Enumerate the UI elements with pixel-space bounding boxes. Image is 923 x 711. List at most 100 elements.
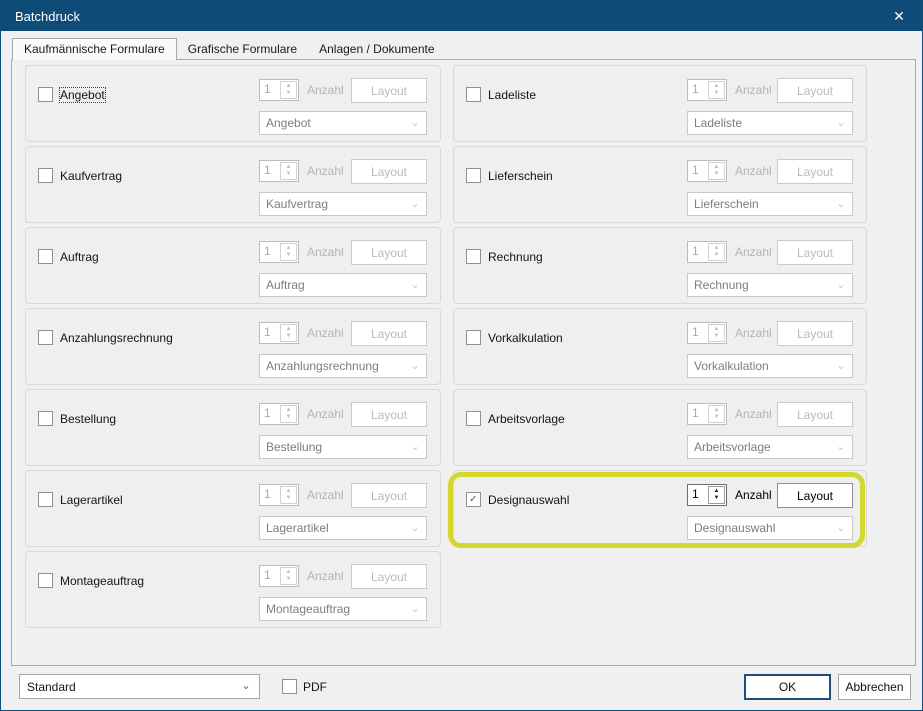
checkbox-icon[interactable]	[466, 168, 481, 183]
checkbox-label[interactable]: PDF	[303, 680, 327, 694]
layout-combobox[interactable]: Kaufvertrag ⌄	[259, 192, 427, 216]
spinner-arrows[interactable]: ▲▼	[708, 81, 725, 99]
ok-button[interactable]: OK	[744, 674, 831, 700]
auftrag-checkbox[interactable]: Auftrag	[38, 249, 99, 264]
anzahl-spinner[interactable]: 1 ▲▼	[259, 565, 299, 587]
spinner-down-icon[interactable]: ▼	[714, 172, 720, 177]
layout-combobox[interactable]: Auftrag ⌄	[259, 273, 427, 297]
spinner-up-icon[interactable]: ▲	[286, 408, 292, 413]
anzahl-spinner[interactable]: 1 ▲ ▼	[687, 160, 727, 182]
spinner-down-icon[interactable]: ▼	[714, 415, 720, 420]
spinner-value[interactable]: 1	[688, 161, 707, 181]
spinner-arrows[interactable]: ▲▼	[280, 486, 297, 504]
pdf-checkbox[interactable]: PDF	[282, 679, 327, 694]
anzahl-spinner[interactable]: 1 ▲▼	[259, 403, 299, 425]
spinner-up-icon[interactable]: ▲	[714, 408, 720, 413]
checkbox-icon[interactable]	[466, 249, 481, 264]
spinner-down-icon[interactable]: ▼	[286, 172, 292, 177]
cancel-button[interactable]: Abbrechen	[838, 674, 911, 700]
checkbox-label[interactable]: Angebot	[60, 88, 105, 102]
layout-button[interactable]: Layout	[777, 402, 853, 427]
anzahl-spinner[interactable]: 1 ▲▼	[687, 79, 727, 101]
montageauftrag-checkbox[interactable]: Montageauftrag	[38, 573, 144, 588]
designauswahl-checkbox[interactable]: ✓ Designauswahl	[466, 492, 569, 507]
spinner-up-icon[interactable]: ▲	[286, 246, 292, 251]
checkbox-label[interactable]: Kaufvertrag	[60, 169, 122, 183]
spinner-arrows[interactable]: ▲▼	[708, 486, 725, 504]
spinner-down-icon[interactable]: ▼	[286, 496, 292, 501]
layout-button[interactable]: Layout	[351, 564, 427, 589]
layout-combobox[interactable]: Angebot ⌄	[259, 111, 427, 135]
spinner-up-icon[interactable]: ▲	[714, 327, 720, 332]
anzahl-spinner[interactable]: 1 ▲▼	[259, 79, 299, 101]
spinner-value[interactable]: 1	[260, 161, 279, 181]
lieferschein-checkbox[interactable]: Lieferschein	[466, 168, 553, 183]
checkbox-icon[interactable]	[466, 411, 481, 426]
spinner-up-icon[interactable]: ▲	[714, 165, 720, 170]
anzahlungsrechnung-checkbox[interactable]: Anzahlungsrechnung	[38, 330, 173, 345]
tab-anlagen-dokumente[interactable]: Anlagen / Dokumente	[308, 38, 445, 60]
spinner-down-icon[interactable]: ▼	[286, 253, 292, 258]
layout-button[interactable]: Layout	[777, 321, 853, 346]
anzahl-spinner[interactable]: 1 ▲▼	[259, 160, 299, 182]
anzahl-spinner[interactable]: 1 ▲▼	[687, 241, 727, 263]
spinner-value[interactable]: 1	[260, 485, 279, 505]
checkbox-label[interactable]: Bestellung	[60, 412, 116, 426]
spinner-arrows[interactable]: ▲▼	[280, 162, 297, 180]
spinner-down-icon[interactable]: ▼	[286, 415, 292, 420]
checkbox-label[interactable]: Auftrag	[60, 250, 99, 264]
layout-button[interactable]: Layout	[777, 78, 853, 103]
spinner-down-icon[interactable]: ▼	[714, 496, 720, 501]
checkbox-label[interactable]: Vorkalkulation	[488, 331, 563, 345]
spinner-value[interactable]: 1	[260, 566, 279, 586]
checkbox-label[interactable]: Lieferschein	[488, 169, 553, 183]
spinner-up-icon[interactable]: ▲	[714, 246, 720, 251]
spinner-value[interactable]: 1	[260, 80, 279, 100]
checkbox-label[interactable]: Lagerartikel	[60, 493, 123, 507]
spinner-down-icon[interactable]: ▼	[286, 577, 292, 582]
spinner-arrows[interactable]: ▲▼	[280, 567, 297, 585]
layout-combobox[interactable]: Anzahlungsrechnung ⌄	[259, 354, 427, 378]
layout-button[interactable]: Layout	[351, 483, 427, 508]
checkbox-label[interactable]: Montageauftrag	[60, 574, 144, 588]
kaufvertrag-checkbox[interactable]: Kaufvertrag	[38, 168, 122, 183]
checkbox-checked-icon[interactable]: ✓	[466, 492, 481, 507]
spinner-up-icon[interactable]: ▲	[286, 84, 292, 89]
tab-kaufmaennische-formulare[interactable]: Kaufmännische Formulare	[12, 38, 177, 60]
layout-button[interactable]: Layout	[351, 159, 427, 184]
spinner-up-icon[interactable]: ▲	[286, 489, 292, 494]
spinner-up-icon[interactable]: ▲	[286, 570, 292, 575]
lagerartikel-checkbox[interactable]: Lagerartikel	[38, 492, 123, 507]
layout-combobox[interactable]: Arbeitsvorlage ⌄	[687, 435, 853, 459]
anzahl-spinner[interactable]: 1 ▲ ▼	[259, 241, 299, 263]
layout-button[interactable]: Layout	[777, 159, 853, 184]
checkbox-icon[interactable]	[38, 492, 53, 507]
checkbox-icon[interactable]	[38, 249, 53, 264]
spinner-arrows[interactable]: ▲▼	[708, 324, 725, 342]
layout-combobox[interactable]: Designauswahl ⌄	[687, 516, 853, 540]
checkbox-label[interactable]: Anzahlungsrechnung	[60, 331, 173, 345]
spinner-up-icon[interactable]: ▲	[714, 84, 720, 89]
anzahl-spinner[interactable]: 1 ▲▼	[259, 484, 299, 506]
layout-button[interactable]: Layout	[777, 240, 853, 265]
checkbox-label[interactable]: Ladeliste	[488, 88, 536, 102]
anzahl-spinner[interactable]: 1 ▲▼	[259, 322, 299, 344]
spinner-value[interactable]: 1	[260, 242, 279, 262]
spinner-down-icon[interactable]: ▼	[714, 253, 720, 258]
checkbox-label[interactable]: Rechnung	[488, 250, 543, 264]
checkbox-icon[interactable]	[466, 87, 481, 102]
close-icon[interactable]: ✕	[876, 1, 922, 31]
checkbox-icon[interactable]	[38, 87, 53, 102]
ladeliste-checkbox[interactable]: Ladeliste	[466, 87, 536, 102]
spinner-value[interactable]: 1	[688, 404, 707, 424]
spinner-up-icon[interactable]: ▲	[286, 327, 292, 332]
spinner-value[interactable]: 1	[688, 80, 707, 100]
spinner-arrows[interactable]: ▲▼	[708, 243, 725, 261]
layout-combobox[interactable]: Lieferschein ⌄	[687, 192, 853, 216]
anzahl-spinner[interactable]: 1 ▲▼	[687, 322, 727, 344]
spinner-value[interactable]: 1	[688, 242, 707, 262]
layout-button[interactable]: Layout	[351, 78, 427, 103]
angebot-checkbox[interactable]: Angebot	[38, 87, 105, 102]
layout-combobox[interactable]: Bestellung ⌄	[259, 435, 427, 459]
layout-combobox[interactable]: Montageauftrag ⌄	[259, 597, 427, 621]
